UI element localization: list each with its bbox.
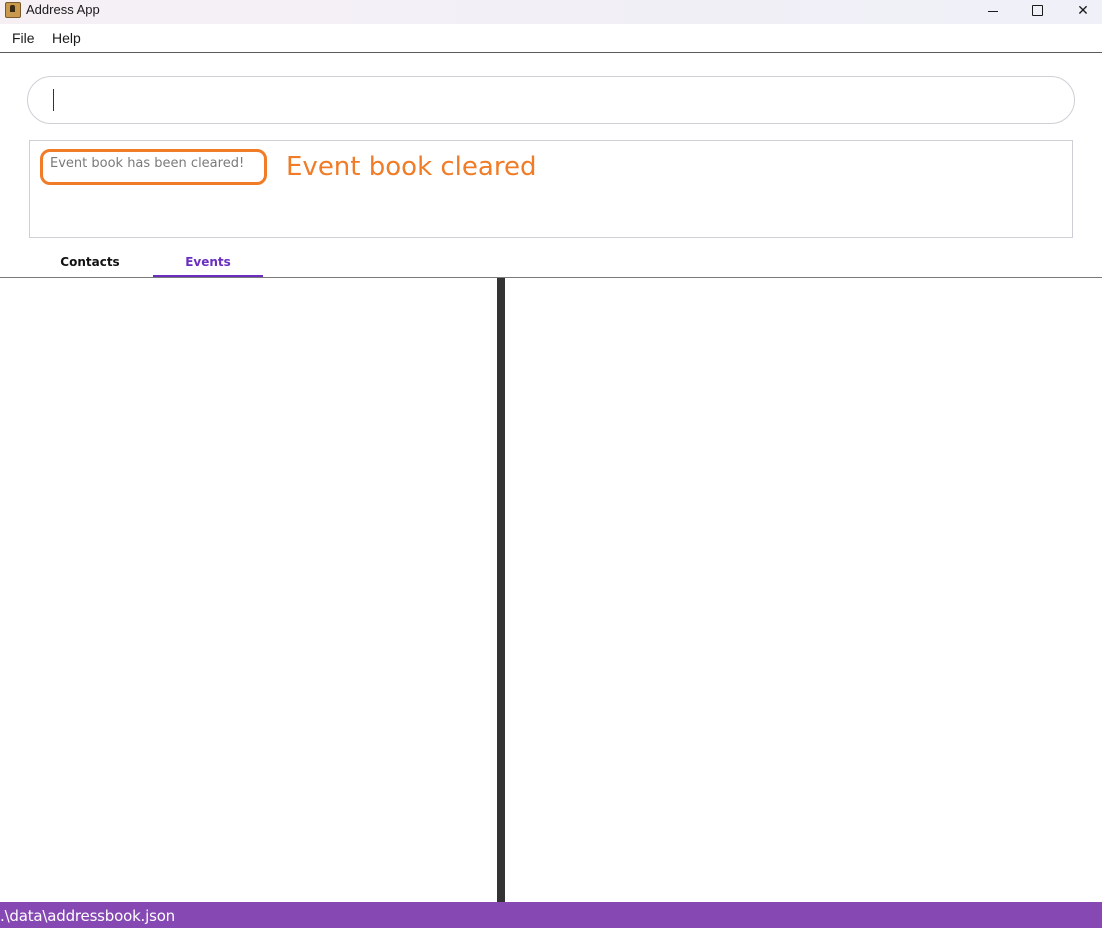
- event-detail-panel: [505, 278, 1102, 902]
- maximize-button[interactable]: [1014, 0, 1060, 20]
- tab-bar: Contacts Events: [0, 248, 1102, 278]
- text-caret: [53, 89, 54, 111]
- tab-contacts[interactable]: Contacts: [35, 248, 145, 276]
- status-bar: .\data\addressbook.json: [0, 902, 1102, 928]
- address-app-window: Address App ✕ File Help Event book has b…: [0, 0, 1102, 928]
- address-book-icon: [5, 2, 21, 18]
- tab-events[interactable]: Events: [153, 248, 263, 277]
- menu-file[interactable]: File: [12, 30, 35, 46]
- split-pane-divider[interactable]: [497, 278, 505, 902]
- result-display: Event book has been cleared! Event book …: [29, 140, 1073, 238]
- close-button[interactable]: ✕: [1060, 0, 1102, 20]
- command-box[interactable]: [27, 76, 1075, 124]
- event-list-panel: [0, 278, 497, 902]
- window-title: Address App: [26, 2, 100, 17]
- minimize-button[interactable]: [970, 0, 1016, 20]
- annotation-highlight: [40, 149, 267, 185]
- menu-bar: File Help: [0, 24, 1102, 53]
- maximize-icon: [1031, 4, 1043, 16]
- title-bar: Address App ✕: [0, 0, 1102, 24]
- save-file-path: .\data\addressbook.json: [0, 907, 175, 925]
- annotation-label: Event book cleared: [286, 152, 537, 182]
- minimize-icon: [988, 10, 998, 12]
- menu-help[interactable]: Help: [52, 30, 81, 46]
- command-input[interactable]: [50, 87, 1054, 115]
- close-icon: ✕: [1077, 1, 1089, 18]
